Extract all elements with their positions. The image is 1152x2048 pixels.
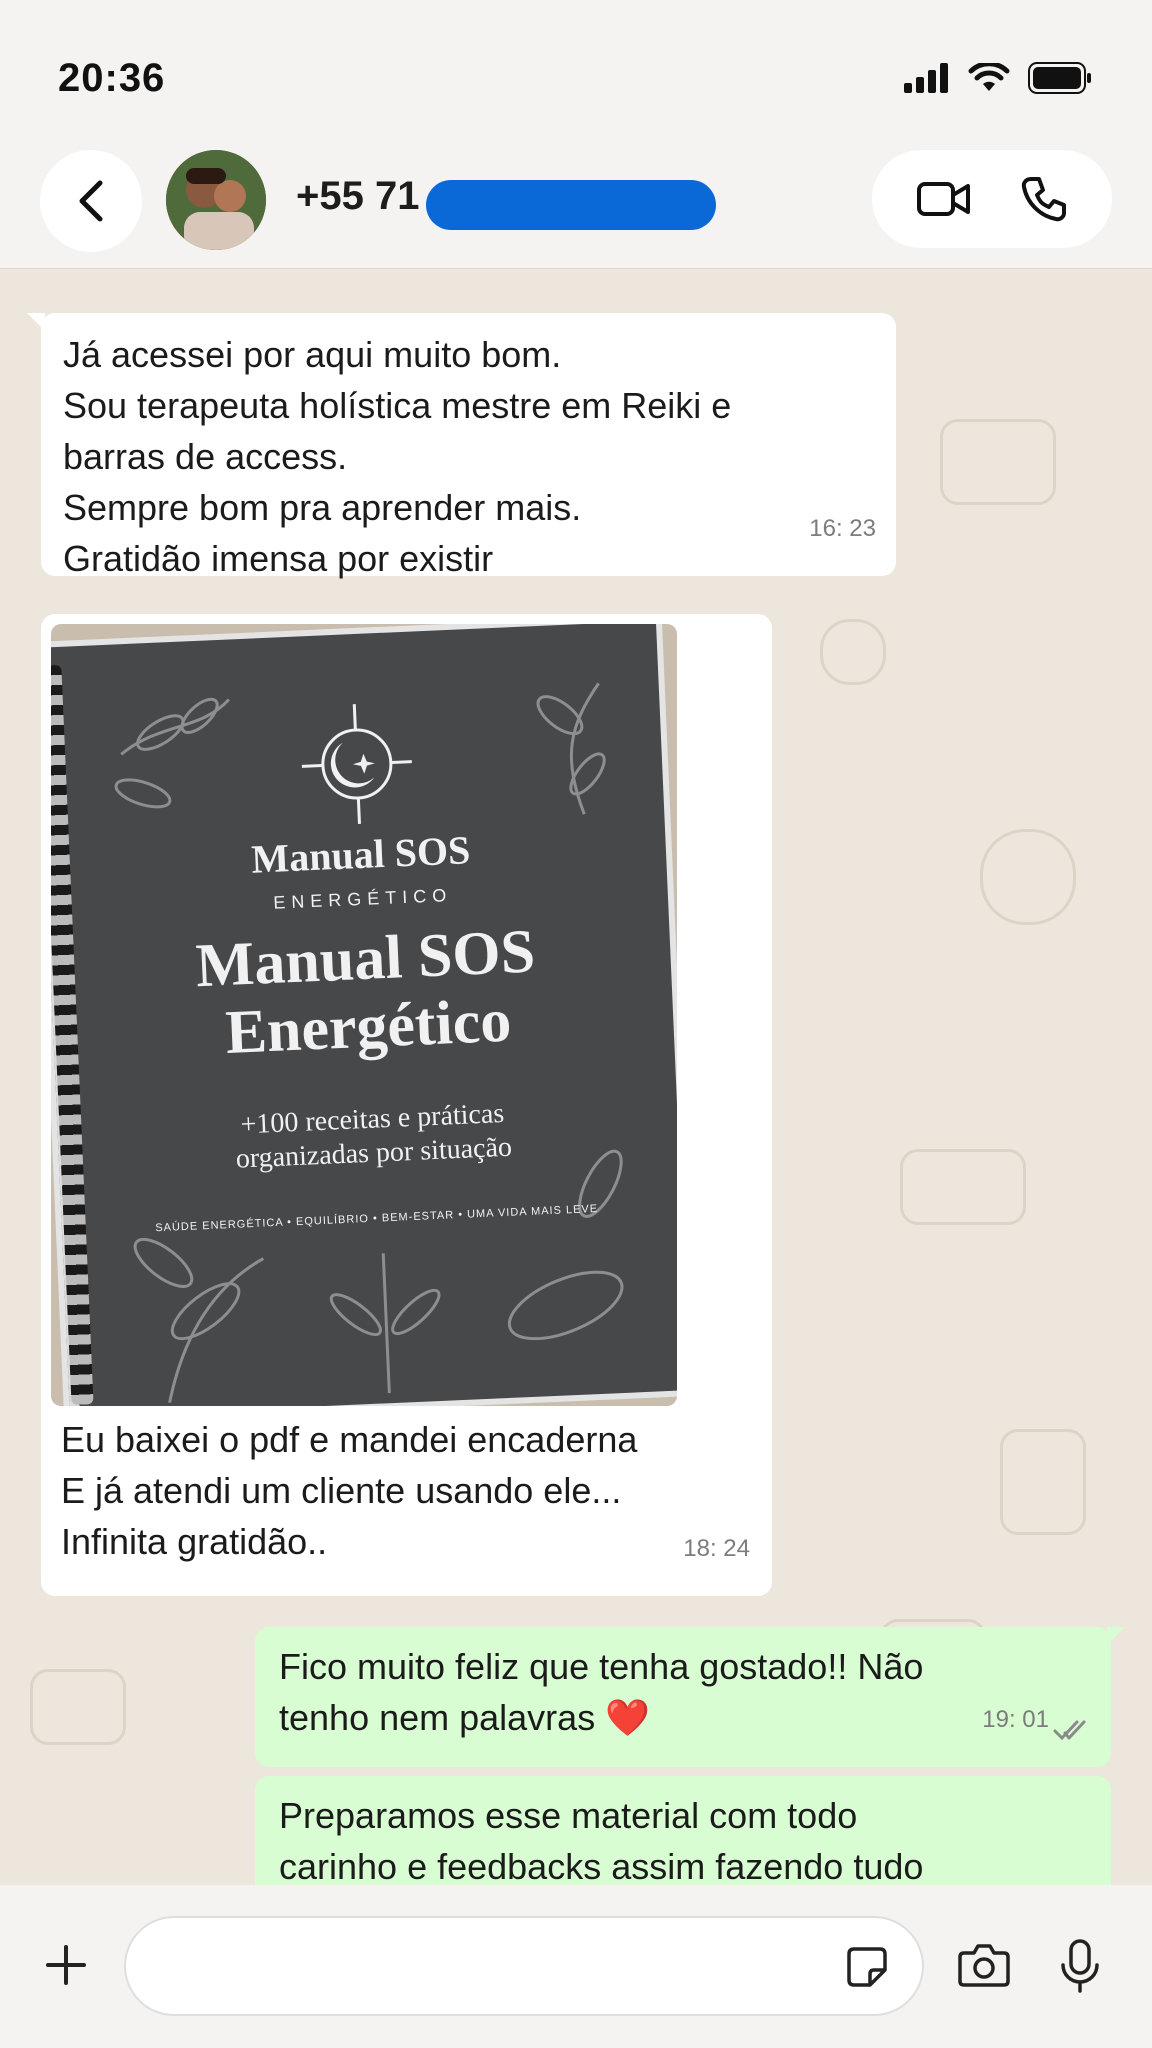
- chevron-left-icon: [79, 180, 103, 222]
- book-photo[interactable]: Manual SOS ENERGÉTICO Manual SOS Energét…: [51, 624, 677, 1406]
- contact-avatar[interactable]: [166, 150, 266, 250]
- call-actions: [872, 150, 1112, 248]
- video-call-icon[interactable]: [916, 179, 972, 219]
- battery-icon: [1028, 62, 1091, 94]
- wifi-icon: [968, 63, 1010, 91]
- message-input[interactable]: [124, 1916, 924, 2016]
- outgoing-message[interactable]: Preparamos esse material com todo carinh…: [255, 1776, 1111, 1885]
- message-time: 18: 24: [683, 1535, 750, 1562]
- microphone-icon[interactable]: [1060, 1939, 1100, 1993]
- compass-moon-icon: [301, 704, 412, 825]
- camera-icon[interactable]: [958, 1943, 1010, 1987]
- incoming-image-message[interactable]: Manual SOS ENERGÉTICO Manual SOS Energét…: [41, 614, 772, 1596]
- incoming-message[interactable]: Já acessei por aqui muito bom. Sou terap…: [27, 313, 896, 579]
- message-text: Preparamos esse material com todo carinh…: [279, 1795, 924, 1885]
- contact-name[interactable]: +55 71: [296, 174, 419, 219]
- outgoing-message[interactable]: Fico muito feliz que tenha gostado!! Não…: [255, 1627, 1125, 1767]
- back-button[interactable]: [40, 150, 142, 252]
- status-bar: 20:36: [0, 0, 1152, 140]
- composer-bar: [0, 1885, 1152, 2048]
- message-time: 19: 01: [982, 1706, 1049, 1733]
- chat-area[interactable]: Já acessei por aqui muito bom. Sou terap…: [0, 269, 1152, 1885]
- status-time: 20:36: [58, 56, 166, 100]
- message-time: 16: 23: [809, 515, 876, 542]
- signal-icon: [904, 63, 948, 93]
- plus-icon[interactable]: [46, 1945, 86, 1985]
- read-receipt-icon: [1053, 1720, 1086, 1741]
- redaction-mark: [426, 180, 716, 230]
- sticker-icon[interactable]: [846, 1946, 888, 1988]
- book-cover: Manual SOS ENERGÉTICO Manual SOS Energét…: [51, 624, 677, 1406]
- message-text: Já acessei por aqui muito bom. Sou terap…: [63, 334, 732, 579]
- message-text: Fico muito feliz que tenha gostado!! Não…: [279, 1646, 924, 1738]
- message-text: Eu baixei o pdf e mandei encaderna E já …: [61, 1419, 638, 1562]
- chat-header: +55 71: [0, 140, 1152, 269]
- voice-call-icon[interactable]: [1020, 175, 1068, 223]
- status-icons: [904, 62, 1092, 94]
